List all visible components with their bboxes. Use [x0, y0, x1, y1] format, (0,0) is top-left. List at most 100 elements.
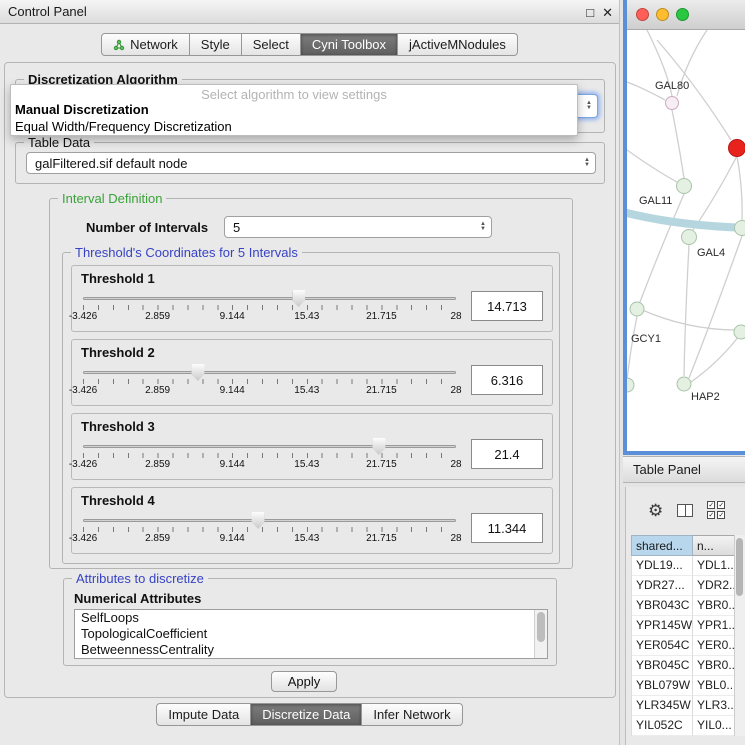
node-label-gal80: GAL80 — [655, 80, 689, 92]
table-data-combobox[interactable]: galFiltered.sif default node ▲▼ — [26, 152, 596, 174]
checkbox-icon: ✓ — [717, 511, 725, 519]
network-nodes — [627, 97, 745, 393]
threshold-1-row: Threshold 1 -3.426 2.859 9.144 1 — [71, 265, 553, 332]
slider-tick-labels: -3.426 2.859 9.144 15.43 21.715 28 — [83, 459, 456, 471]
combo-arrows-icon: ▲▼ — [579, 158, 595, 168]
control-panel-window: Control Panel □ ✕ Network Style — [0, 0, 620, 745]
red-node — [729, 140, 745, 157]
algorithm-prompt-option: Select algorithm to view settings — [11, 85, 577, 101]
top-tabbar: Network Style Select Cyni Toolbox jActiv… — [0, 33, 619, 56]
table-row[interactable]: YPR145W YPR1... — [631, 616, 735, 636]
column-header-name[interactable]: n... — [693, 535, 735, 556]
threshold-2-value-field[interactable]: 6.316 — [471, 365, 543, 395]
tab-network[interactable]: Network — [101, 33, 190, 56]
table-row[interactable]: YER054C YER0... — [631, 636, 735, 656]
table-data-legend: Table Data — [24, 135, 94, 150]
threshold-1-label: Threshold 1 — [81, 271, 543, 286]
table-row[interactable]: YBR043C YBR0... — [631, 596, 735, 616]
threshold-2-label: Threshold 2 — [81, 345, 543, 360]
list-scrollbar[interactable] — [534, 610, 547, 658]
tab-select[interactable]: Select — [242, 33, 301, 56]
node-right-mid — [734, 325, 745, 339]
algorithm-option-equal-width[interactable]: Equal Width/Frequency Discretization — [11, 118, 577, 135]
number-of-intervals-label: Number of Intervals — [86, 220, 208, 235]
checkbox-icon: ✓ — [707, 511, 715, 519]
threshold-2-slider[interactable]: -3.426 2.859 9.144 15.43 21.715 28 — [81, 362, 458, 398]
table-panel-title: Table Panel — [633, 462, 701, 477]
number-of-intervals-combobox[interactable]: 5 ▲▼ — [224, 216, 492, 238]
table-data-group: Table Data galFiltered.sif default node … — [15, 142, 605, 184]
close-icon[interactable]: ✕ — [602, 6, 613, 19]
gear-icon[interactable]: ⚙ — [648, 502, 663, 519]
tab-impute-data[interactable]: Impute Data — [156, 703, 251, 726]
node-gal11 — [677, 179, 692, 194]
node-gcy1 — [630, 302, 644, 316]
threshold-3-slider[interactable]: -3.426 2.859 9.144 15.43 21.715 28 — [81, 436, 458, 472]
checkbox-icon: ✓ — [717, 501, 725, 509]
slider-tick-labels: -3.426 2.859 9.144 15.43 21.715 28 — [83, 385, 456, 397]
slider-track[interactable] — [83, 519, 456, 522]
table-panel-titlebar: Table Panel — [623, 456, 745, 483]
algorithm-option-manual[interactable]: Manual Discretization — [11, 101, 577, 118]
threshold-2-row: Threshold 2 -3.426 2.859 9.144 1 — [71, 339, 553, 406]
thick-edge — [627, 212, 745, 228]
network-canvas[interactable] — [627, 30, 745, 451]
combo-arrows-icon: ▲▼ — [581, 101, 597, 111]
network-view-window: GAL80 GAL11 GAL4 GCY1 HAP2 — [623, 0, 745, 455]
apply-button[interactable]: Apply — [271, 671, 337, 692]
list-item[interactable]: SelfLoops — [75, 610, 547, 626]
node-label-hap2: HAP2 — [691, 391, 720, 403]
control-panel-titlebar: Control Panel □ ✕ — [0, 0, 619, 24]
threshold-1-slider[interactable]: -3.426 2.859 9.144 15.43 21.715 28 — [81, 288, 458, 324]
slider-ticks — [83, 453, 456, 458]
interval-definition-group: Interval Definition Number of Intervals … — [49, 198, 573, 569]
tab-cyni-toolbox[interactable]: Cyni Toolbox — [301, 33, 398, 56]
select-columns-icon[interactable]: ✓ ✓ ✓ ✓ — [707, 501, 725, 519]
desktop: Control Panel □ ✕ Network Style — [0, 0, 745, 745]
table-row[interactable]: YIL052C YIL0... — [631, 716, 735, 736]
interval-definition-legend: Interval Definition — [58, 191, 166, 206]
threshold-3-row: Threshold 3 -3.426 2.859 9.144 1 — [71, 413, 553, 480]
table-row[interactable]: YBL079W YBL0... — [631, 676, 735, 696]
table-data-value: galFiltered.sif default node — [35, 156, 187, 171]
table-row[interactable]: YDR27... YDR2... — [631, 576, 735, 596]
table-scrollbar-thumb[interactable] — [736, 538, 743, 596]
table-row[interactable]: YBR045C YBR0... — [631, 656, 735, 676]
slider-track[interactable] — [83, 297, 456, 300]
zoom-traffic-light[interactable] — [676, 8, 689, 21]
threshold-4-label: Threshold 4 — [81, 493, 543, 508]
list-scrollbar-thumb[interactable] — [537, 612, 545, 642]
columns-icon[interactable] — [677, 504, 693, 517]
slider-track[interactable] — [83, 445, 456, 448]
slider-ticks — [83, 527, 456, 532]
table-row[interactable]: YDL19... YDL1... — [631, 556, 735, 576]
slider-track[interactable] — [83, 371, 456, 374]
column-header-shared-name[interactable]: shared... — [631, 535, 693, 556]
numerical-attributes-label: Numerical Attributes — [74, 591, 201, 606]
slider-ticks — [83, 379, 456, 384]
list-item[interactable]: BetweennessCentrality — [75, 642, 547, 658]
tab-network-label: Network — [130, 37, 178, 52]
numerical-attributes-list[interactable]: SelfLoops TopologicalCoefficient Between… — [74, 609, 548, 659]
table-row[interactable]: YLR345W YLR3... — [631, 696, 735, 716]
tab-infer-network[interactable]: Infer Network — [362, 703, 462, 726]
slider-tick-labels: -3.426 2.859 9.144 15.43 21.715 28 — [83, 311, 456, 323]
tab-style[interactable]: Style — [190, 33, 242, 56]
float-window-icon[interactable]: □ — [586, 6, 594, 19]
table-header-row: shared... n... — [631, 535, 735, 556]
threshold-4-value-field[interactable]: 11.344 — [471, 513, 543, 543]
table-scrollbar[interactable] — [734, 535, 745, 736]
minimize-traffic-light[interactable] — [656, 8, 669, 21]
threshold-3-value-field[interactable]: 21.4 — [471, 439, 543, 469]
slider-tick-labels: -3.426 2.859 9.144 15.43 21.715 28 — [83, 533, 456, 545]
threshold-1-value-field[interactable]: 14.713 — [471, 291, 543, 321]
thresholds-legend: Threshold's Coordinates for 5 Intervals — [71, 245, 302, 260]
cyni-toolbox-panel: Discretization Algorithm ▲▼ Table Data g… — [4, 62, 616, 698]
tab-discretize-data[interactable]: Discretize Data — [251, 703, 362, 726]
node-label-gal11: GAL11 — [639, 195, 672, 207]
tab-jactivemnodules[interactable]: jActiveMNodules — [398, 33, 518, 56]
list-item[interactable]: TopologicalCoefficient — [75, 626, 547, 642]
threshold-4-slider[interactable]: -3.426 2.859 9.144 15.43 21.715 28 — [81, 510, 458, 546]
network-icon — [113, 39, 125, 51]
close-traffic-light[interactable] — [636, 8, 649, 21]
